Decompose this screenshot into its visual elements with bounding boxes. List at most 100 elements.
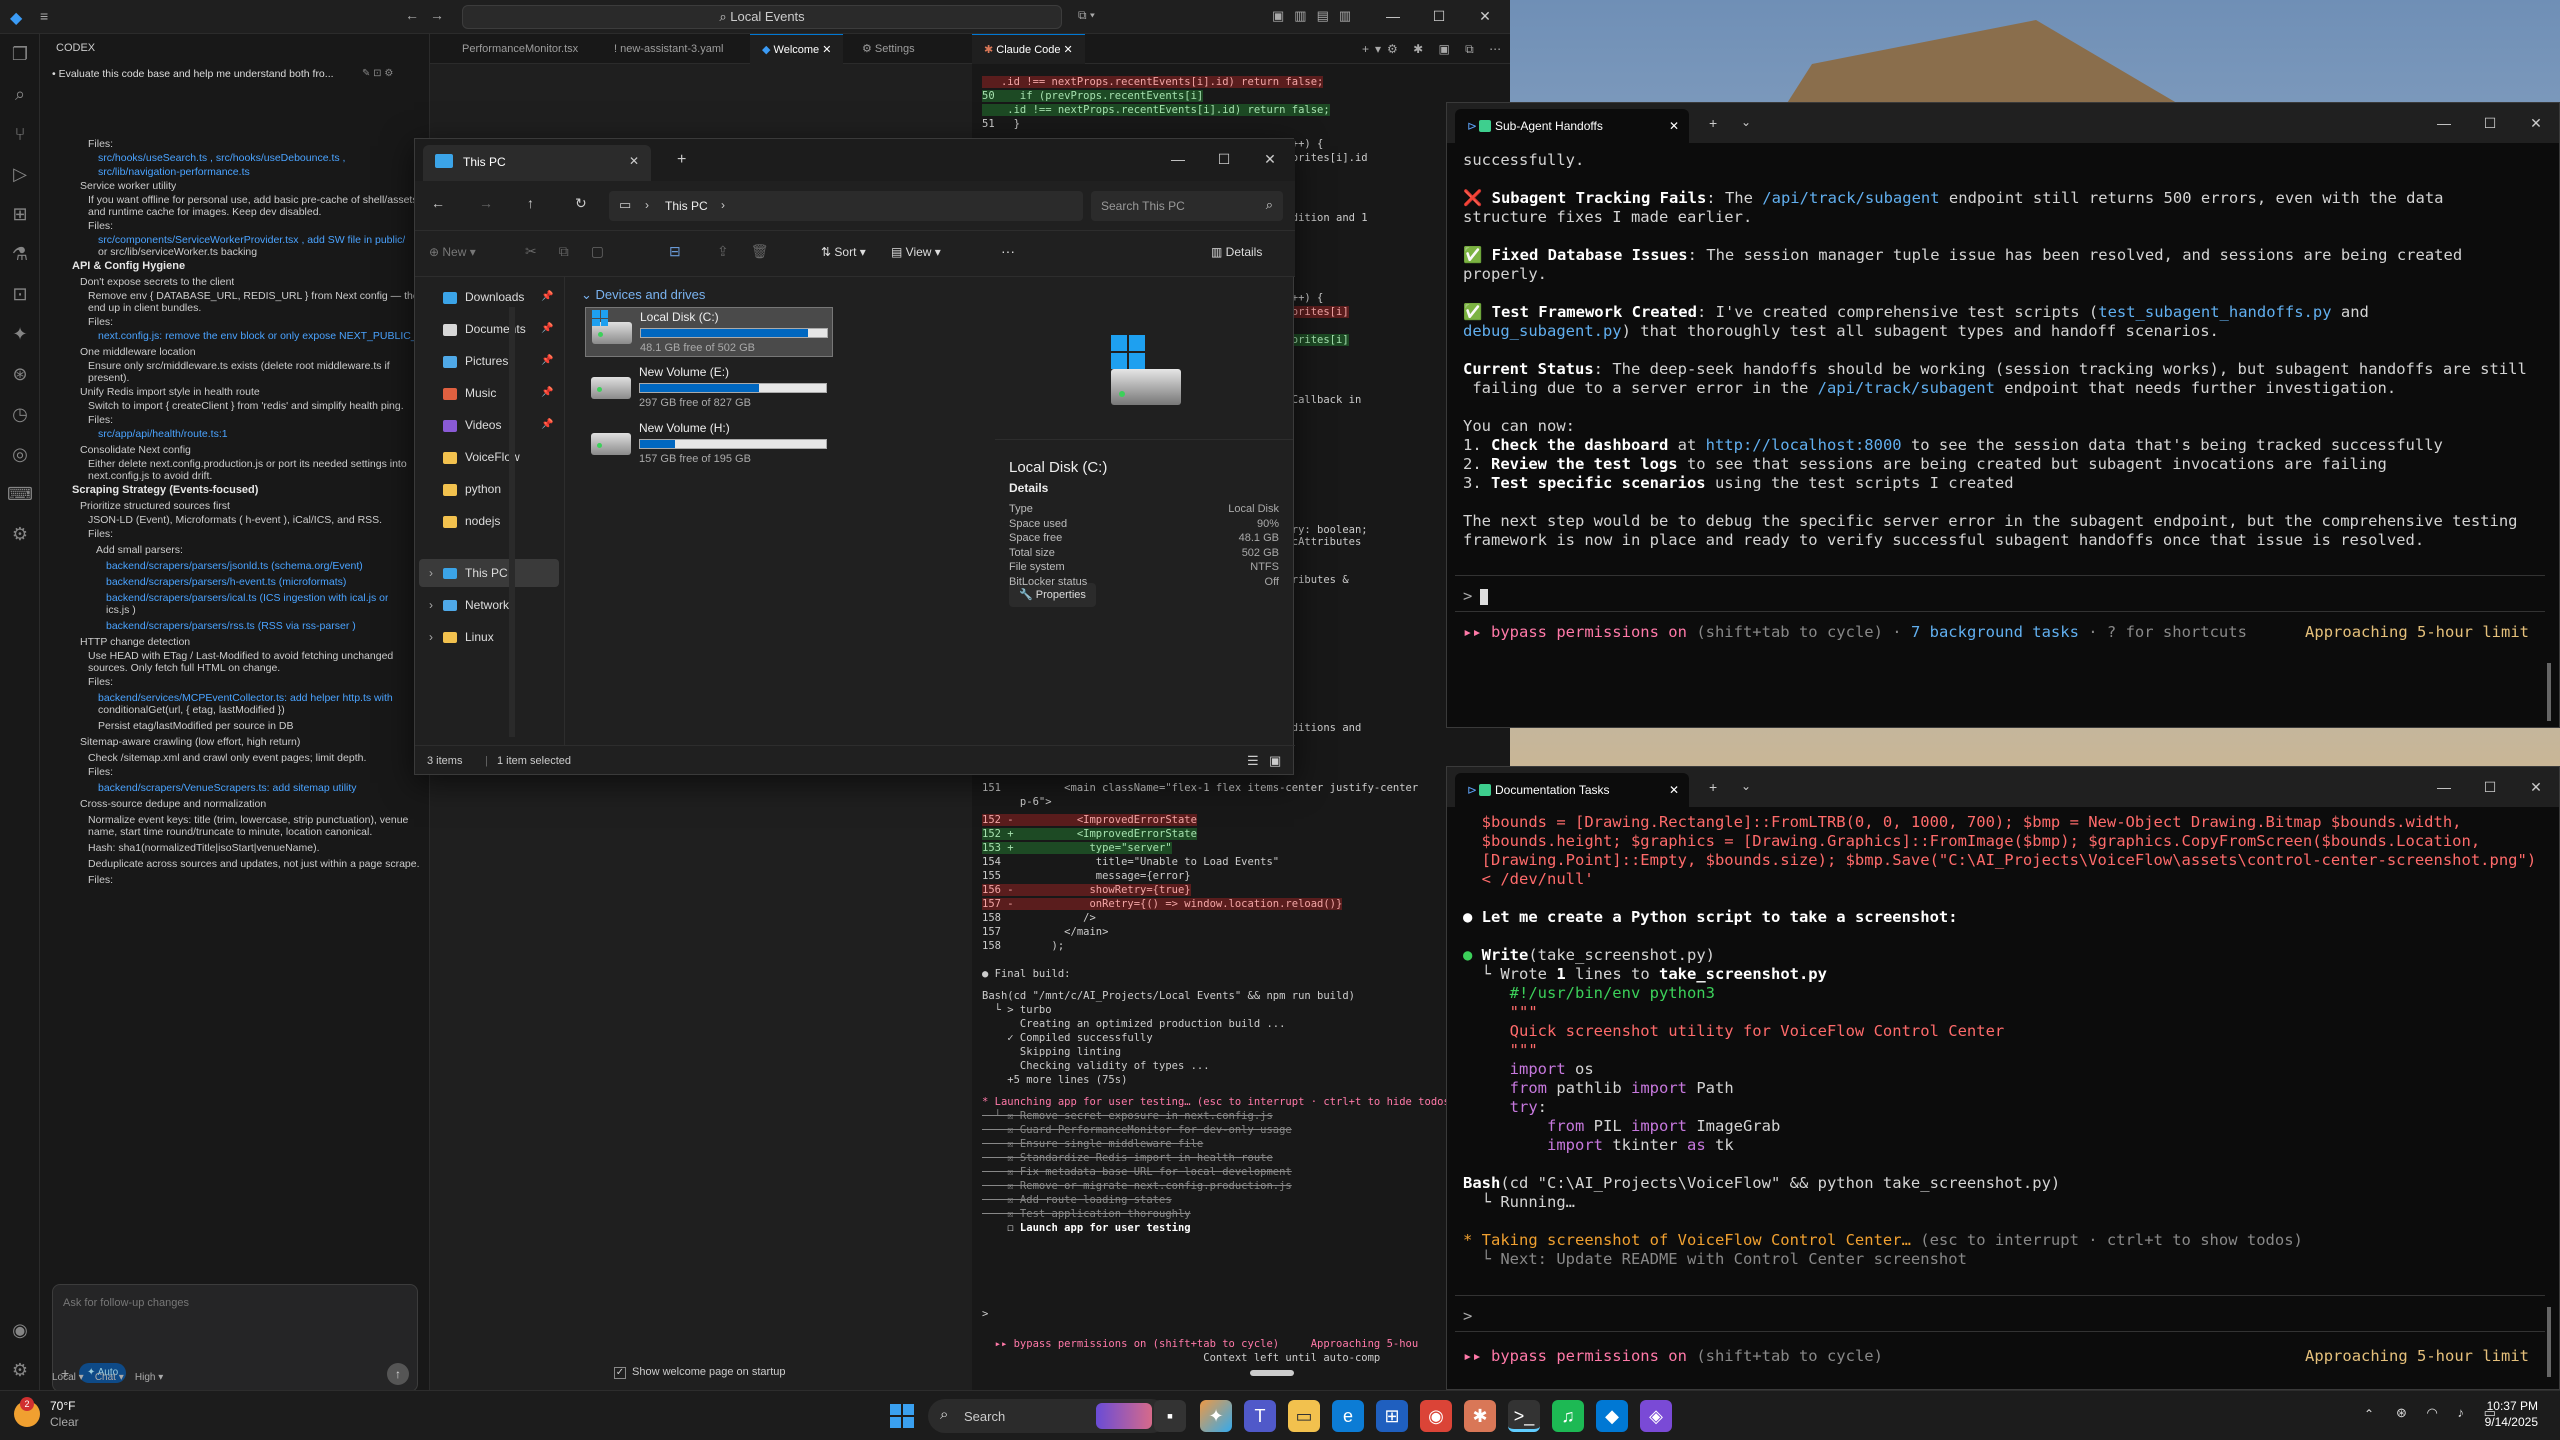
dropdown-icon[interactable]: ⌄ [1741,115,1751,129]
weather-text[interactable]: Clear [50,1415,79,1429]
details-pane-button[interactable]: ▥ Details [1211,245,1262,259]
layout-toggles[interactable]: ▣▥▤▥ [1272,8,1361,24]
drive-item[interactable]: New Volume (E:) 297 GB free of 827 GB [585,363,833,413]
spotify-icon[interactable]: ♫ [1552,1400,1584,1432]
terminal-prompt[interactable]: > [1463,587,1489,605]
section-devices-drives[interactable]: ⌄ Devices and drives [581,287,705,303]
nav-back-icon[interactable]: ← [405,7,419,23]
menu-icon[interactable]: ≡ [40,8,48,24]
new-tab-icon[interactable]: + [1709,115,1717,131]
nav-item-python[interactable]: python [443,475,501,503]
nav-tree-this-pc[interactable]: › This PC [419,559,559,587]
codex-line[interactable]: src/lib/navigation-performance.ts [98,166,250,178]
teams-icon[interactable]: T [1244,1400,1276,1432]
extensions-icon[interactable]: ⊞ [0,194,40,234]
close-tab-icon[interactable]: ✕ [1669,773,1679,807]
tab-settings[interactable]: ⚙ Settings [850,34,927,64]
view-button[interactable]: ▤ View ▾ [891,245,941,259]
new-tab-icon[interactable]: + [1709,779,1717,795]
maximize-button[interactable]: ☐ [2467,107,2513,139]
minimize-button[interactable]: — [2421,771,2467,803]
start-button[interactable] [890,1404,914,1428]
explorer-tab[interactable]: This PC ✕ [423,145,651,181]
codex-line[interactable]: backend/scrapers/VenueScrapers.ts: add s… [98,782,357,794]
mode-chat-select[interactable]: Chat [95,1372,116,1383]
minimize-button[interactable]: — [2421,107,2467,139]
close-button[interactable]: ✕ [1462,0,1508,32]
sort-button[interactable]: ⇅ Sort ▾ [821,245,866,259]
chrome-icon[interactable]: ◉ [1420,1400,1452,1432]
terminal-scrollbar[interactable] [2547,663,2551,721]
codex-task-title[interactable]: • Evaluate this code base and help me un… [52,68,334,80]
account-icon[interactable]: ◉ [0,1310,40,1350]
background-tasks-status[interactable]: 7 background tasks [1911,623,2079,641]
more-options-icon[interactable]: ··· [1001,243,1015,259]
run-debug-icon[interactable]: ▷ [0,154,40,194]
nav-item-pictures[interactable]: Pictures 📌 [443,347,553,375]
gear-icon[interactable]: ⚙ [0,1350,40,1390]
close-tab-icon[interactable]: ✕ [629,154,639,168]
drive-item[interactable]: Local Disk (C:) 48.1 GB free of 502 GB [585,307,833,357]
share-delete-actions[interactable]: ⇪🗑 [717,243,791,260]
nav-item-videos[interactable]: Videos 📌 [443,411,553,439]
up-icon[interactable]: ↑ [527,195,534,211]
checkbox-icon[interactable]: ✓ [614,1367,626,1379]
file-explorer-icon[interactable]: ▭ [1288,1400,1320,1432]
codex-line[interactable]: backend/scrapers/parsers/jsonld.ts (sche… [106,560,363,572]
new-tab-icon[interactable]: + [677,151,686,169]
forward-icon[interactable]: → [479,195,493,211]
codex-line[interactable]: backend/scrapers/parsers/h-event.ts (mic… [106,576,346,588]
codex-line[interactable]: backend/scrapers/parsers/ical.ts (ICS in… [106,592,388,604]
explorer-icon[interactable]: ❐ [0,34,40,74]
testing-icon[interactable]: ⚗ [0,234,40,274]
close-button[interactable]: ✕ [1247,143,1293,175]
nav-tree-linux[interactable]: › Linux [419,623,559,651]
source-control-icon[interactable]: ⑂ [0,114,40,154]
store-icon[interactable]: ⊞ [1376,1400,1408,1432]
refresh-icon[interactable]: ↻ [575,195,587,212]
chatgpt-icon[interactable]: ⊛ [0,354,40,394]
nav-forward-icon[interactable]: → [430,7,444,23]
nav-tree-network[interactable]: › Network [419,591,559,619]
tray-overflow-icon[interactable]: ⌃ [2364,1407,2374,1421]
breadcrumb[interactable]: This PC [665,199,708,213]
minimize-button[interactable]: — [1155,143,1201,175]
codex-line[interactable]: backend/scrapers/parsers/rss.ts (RSS via… [106,620,356,632]
tab-welcome[interactable]: ◆ Welcome ✕ [750,34,844,64]
new-button[interactable]: ⊕ New ▾ [429,245,476,259]
nav-item-nodejs[interactable]: nodejs [443,507,500,535]
editor-actions[interactable]: +▾⚙ ✱ ▣ ⧉ ⋯ [1362,42,1507,57]
send-button[interactable]: ↑ [387,1363,409,1385]
maximize-button[interactable]: ☐ [1416,0,1462,32]
command-center-search[interactable]: ⌕ Local Events [462,5,1062,29]
maximize-button[interactable]: ☐ [2467,771,2513,803]
vscode-icon[interactable]: ◆ [1596,1400,1628,1432]
codex-line[interactable]: src/hooks/useSearch.ts , src/hooks/useDe… [98,152,345,164]
copilot-icon[interactable]: ⧉ ▾ [1078,8,1095,23]
remote-icon[interactable]: ⊡ [0,274,40,314]
app-icon[interactable]: ◈ [1640,1400,1672,1432]
copilot-icon[interactable]: ◎ [0,434,40,474]
taskbar-search[interactable]: ⌕ Search [928,1399,1168,1433]
env-local-select[interactable]: Local [52,1372,76,1383]
copilot-icon[interactable]: ✦ [1200,1400,1232,1432]
clock-date[interactable]: 9/14/2025 [2476,1415,2538,1429]
address-bar[interactable]: ▭ › This PC › [609,191,1083,221]
nav-item-music[interactable]: Music 📌 [443,379,553,407]
terminal-tab[interactable]: ⊳ Sub-Agent Handoffs ✕ [1455,109,1689,143]
timeline-icon[interactable]: ◷ [0,394,40,434]
weather-temp[interactable]: 70°F [50,1399,75,1413]
close-button[interactable]: ✕ [2513,771,2559,803]
rename-icon[interactable]: ⊟ [669,243,681,260]
reasoning-high-select[interactable]: High [135,1372,156,1383]
clock-time[interactable]: 10:37 PM [2476,1399,2538,1413]
drive-item[interactable]: New Volume (H:) 157 GB free of 195 GB [585,419,833,469]
welcome-startup-option[interactable]: ✓ Show welcome page on startup [614,1366,785,1379]
minimize-button[interactable]: — [1370,0,1416,32]
nav-scrollbar[interactable] [509,307,515,737]
codex-line[interactable]: backend/services/MCPEventCollector.ts: a… [98,692,393,704]
terminal-scrollbar[interactable] [2547,1307,2551,1377]
tab-performance-monitor[interactable]: PerformanceMonitor.tsx [450,34,590,64]
codex-header-actions[interactable]: ✎ ⊡ ⚙ [362,68,393,79]
dropdown-icon[interactable]: ⌄ [1741,779,1751,793]
